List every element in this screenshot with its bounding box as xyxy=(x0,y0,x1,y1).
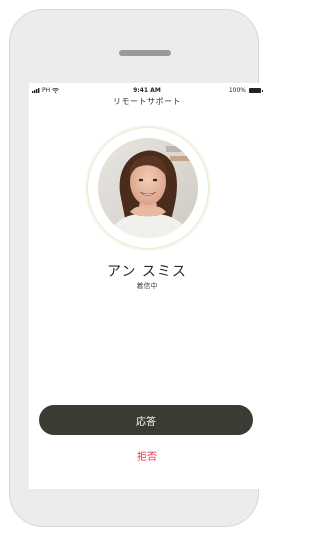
phone-screen: PH 9:41 AM 100% リモートサポート アン スミス 着信中 応答 拒… xyxy=(29,83,265,489)
call-status: 着信中 xyxy=(136,282,158,290)
avatar-ring xyxy=(87,127,209,249)
caller-name: アン スミス xyxy=(107,264,187,280)
accept-call-button[interactable]: 応答 xyxy=(39,405,253,435)
decline-call-button[interactable]: 拒否 xyxy=(29,447,265,464)
battery-icon xyxy=(249,88,263,93)
status-bar: PH 9:41 AM 100% xyxy=(29,83,265,97)
caller-avatar xyxy=(98,138,198,238)
status-right: 100% xyxy=(228,87,263,94)
battery-percent: 100% xyxy=(228,87,246,94)
screen-title: リモートサポート xyxy=(113,97,181,106)
caller-photo xyxy=(98,138,198,238)
speaker-grille xyxy=(119,50,171,56)
